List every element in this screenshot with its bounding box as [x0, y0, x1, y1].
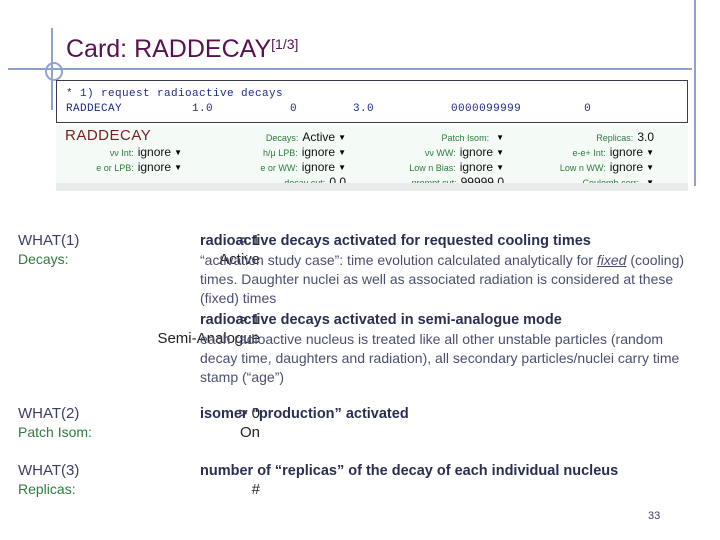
gui-field-int[interactable]: νν Int: ignore ▼ — [64, 145, 182, 159]
what3-code-label: WHAT(3) — [18, 462, 80, 479]
raddecay-gui-panel: RADDECAY νν Int: ignore ▼ e or LPB: ignore ▼ D… — [56, 125, 688, 191]
chevron-down-icon[interactable]: ▼ — [338, 163, 346, 172]
gui-field-ww[interactable]: νν WW: ignore ▼ — [386, 145, 504, 159]
ring-ornament-icon — [45, 62, 63, 81]
gui-field-value[interactable]: ignore — [138, 145, 171, 159]
what2-description-heading: isomer “production” activated — [200, 406, 409, 422]
code-line-raddecay: RADDECAY 1.0 0 3.0 0000099999 0 — [66, 103, 592, 115]
gui-field-value[interactable]: 3.0 — [637, 130, 654, 144]
page-title-superscript: [1/3] — [271, 36, 299, 52]
gui-field-low-n-bias[interactable]: Low n Bias: ignore ▼ — [386, 160, 504, 174]
gui-field-value[interactable]: ignore — [302, 160, 335, 174]
gui-field-label: Replicas: — [596, 133, 634, 143]
gui-field-e-or-lpb[interactable]: e or LPB: ignore ▼ — [64, 160, 182, 174]
gui-field-replicas[interactable]: Replicas: 3.0 — [536, 130, 654, 144]
gui-field-label: Low n WW: — [559, 163, 606, 173]
what1-description-body: “activation study case”: time evolution … — [200, 251, 700, 308]
gui-field-label: νν WW: — [424, 148, 456, 158]
gui-field-value[interactable]: ignore — [302, 145, 335, 159]
what1-body-part1: “activation study case”: time evolution … — [200, 252, 597, 268]
gui-field-decays[interactable]: Decays: Active ▼ — [226, 130, 346, 144]
gui-field-value[interactable]: ignore — [138, 160, 171, 174]
gui-field-label: νν Int: — [109, 148, 134, 158]
right-vertical-rule — [694, 0, 696, 186]
gui-field-value[interactable]: ignore — [460, 145, 493, 159]
gui-field-value[interactable]: ignore — [610, 145, 643, 159]
chevron-down-icon[interactable]: ▼ — [496, 148, 504, 157]
gui-field-e-or-ww[interactable]: e or WW: ignore ▼ — [226, 160, 346, 174]
gui-field-label: e or LPB: — [96, 163, 134, 173]
chevron-down-icon[interactable]: ▼ — [338, 148, 346, 157]
page-title: Card: RADDECAY[1/3] — [66, 29, 298, 64]
gui-field-label: h/μ LPB: — [263, 148, 298, 158]
gui-field-h-lpb[interactable]: h/μ LPB: ignore ▼ — [226, 145, 346, 159]
code-line-comment: * 1) request radioactive decays — [66, 88, 284, 100]
what1-body-italic: fixed — [596, 252, 627, 268]
gui-field-label: Patch Isom: — [441, 133, 490, 143]
chevron-down-icon[interactable]: ▼ — [338, 133, 346, 142]
gui-field-patch-isom[interactable]: Patch Isom: ▼ — [386, 130, 504, 144]
chevron-down-icon[interactable]: ▼ — [646, 148, 654, 157]
what2-description: isomer “production” activated — [200, 405, 700, 424]
chevron-down-icon[interactable]: ▼ — [496, 163, 504, 172]
chevron-down-icon[interactable]: ▼ — [174, 163, 182, 172]
gui-field-label: e-e+ Int: — [572, 148, 606, 158]
what3-gui-value: # — [251, 481, 260, 498]
gui-field-e-e-int[interactable]: e-e+ Int: ignore ▼ — [536, 145, 654, 159]
gui-field-value[interactable]: ignore — [460, 160, 493, 174]
panel-footer-strip — [56, 183, 688, 191]
gui-panel-title: RADDECAY — [65, 127, 152, 144]
page-number: 33 — [648, 510, 661, 522]
page-title-text: Card: RADDECAY — [66, 35, 272, 63]
gui-field-label: Decays: — [265, 133, 299, 143]
what1b-description-body: each radioactive nucleus is treated like… — [200, 331, 680, 385]
what3-description-heading: number of “replicas” of the decay of eac… — [200, 463, 619, 479]
header-horizontal-rule — [8, 68, 692, 70]
gui-field-value[interactable]: Active — [302, 130, 335, 144]
gui-field-label: Low n Bias: — [409, 163, 456, 173]
chevron-down-icon[interactable]: ▼ — [646, 163, 654, 172]
chevron-down-icon[interactable]: ▼ — [496, 133, 504, 142]
what1-description-heading: radioactive decays activated for request… — [200, 233, 591, 249]
what1-description: radioactive decays activated for request… — [200, 232, 700, 308]
gui-field-low-n-ww[interactable]: Low n WW: ignore ▼ — [536, 160, 654, 174]
what1b-description: radioactive decays activated in semi-ana… — [200, 311, 700, 387]
input-card-code-block: * 1) request radioactive decays RADDECAY… — [56, 80, 688, 123]
what1b-description-heading: radioactive decays activated in semi-ana… — [200, 312, 562, 328]
gui-field-value[interactable]: ignore — [610, 160, 643, 174]
what2-gui-value: On — [239, 424, 260, 441]
what3-description: number of “replicas” of the decay of eac… — [200, 462, 700, 481]
gui-field-label: e or WW: — [260, 163, 298, 173]
chevron-down-icon[interactable]: ▼ — [174, 148, 182, 157]
